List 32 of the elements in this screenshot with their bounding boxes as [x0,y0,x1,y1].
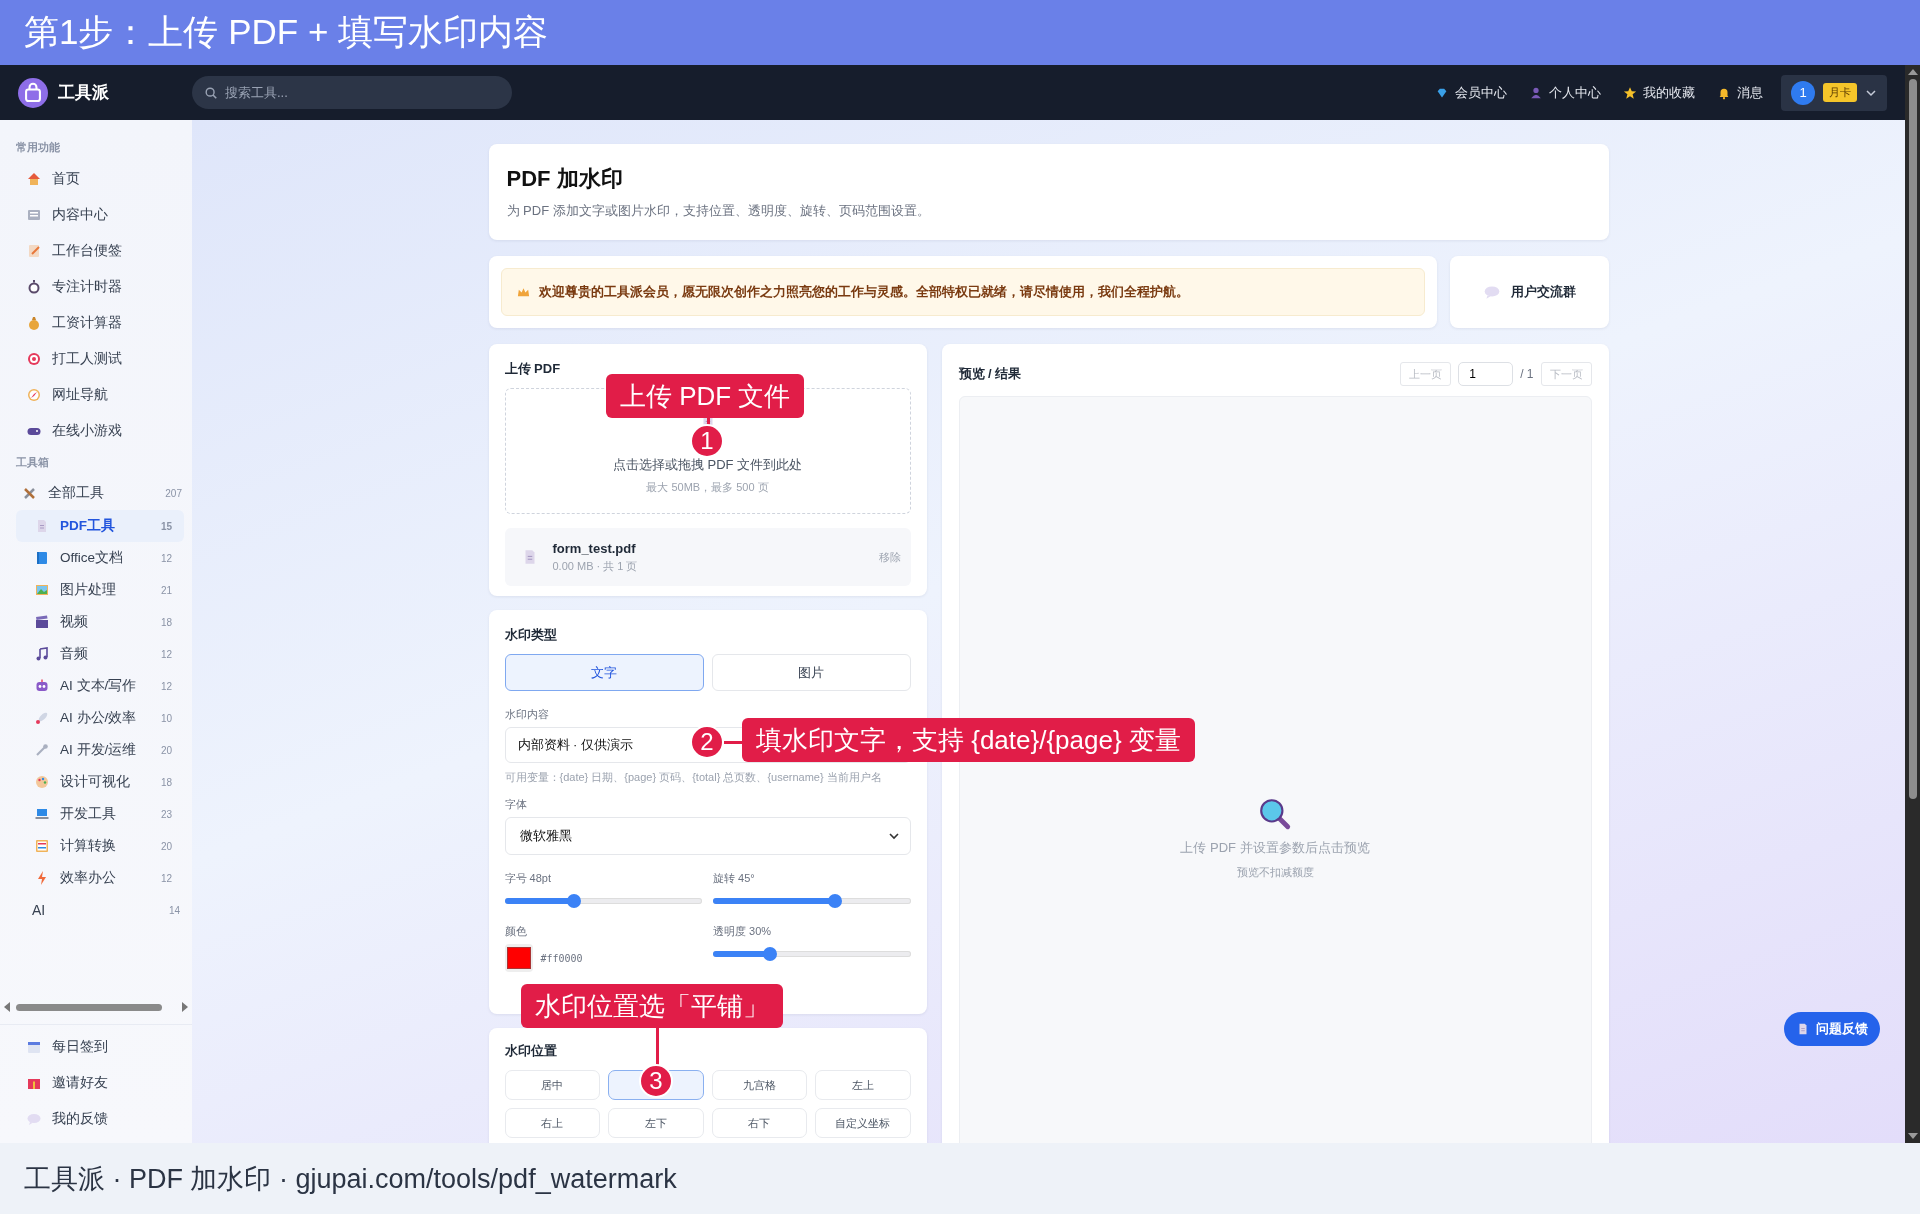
slider-label: 字号 48pt [504,871,552,886]
color-value: #ff0000 [540,952,583,964]
section-title: 工具箱 [15,455,50,470]
field-label: 字体 [504,797,528,812]
page-title: PDF 加水印 [506,165,624,193]
brand-name: 工具派 [58,82,109,104]
field-label: 水印内容 [504,707,550,722]
step-callout-tooltip: 填水印文字，支持 {date}/{page} 变量 [742,718,1195,762]
section-title: 常用功能 [15,140,61,155]
step-banner: 第1步：上传 PDF + 填写水印内容 [0,0,1920,65]
page-total: / 1 [1520,367,1534,381]
empty-hint: 预览不扣减额度 [1236,865,1314,880]
card-title: 预览 / 结果 [958,365,1022,383]
plan-badge: 月卡 [1823,83,1857,102]
slider-label: 透明度 30% [713,924,773,939]
field-label: 颜色 [504,924,528,939]
empty-message: 上传 PDF 并设置参数后点击预览 [1180,839,1370,857]
drop-text: 点击选择或拖拽 PDF 文件到此处 [612,456,803,474]
drop-hint: 最大 50MB，最多 500 页 [646,480,769,495]
caption-bar: 工具派 · PDF 加水印 · gjupai.com/tools/pdf_watermark [0,1143,1920,1214]
card-title: 上传 PDF [504,360,562,378]
card-title: 水印位置 [504,1042,558,1060]
variables-hint: 可用变量：{date} 日期、{page} 页码、{total} 总页数、{username} 当前用户名 [504,770,883,785]
file-name: form_test.pdf [552,540,637,556]
card-title: 水印类型 [504,626,558,644]
user-avatar: 1 [1791,80,1815,105]
step-callout-tooltip: 上传 PDF 文件 [606,374,805,418]
step-callout-tooltip: 水印位置选「平铺」 [521,984,783,1028]
page-subtitle: 为 PDF 添加文字或图片水印，支持位置、透明度、旋转、页码范围设置。 [506,202,931,220]
slider-label: 旋转 45° [713,871,756,886]
welcome-message: 欢迎尊贵的工具派会员，愿无限次创作之力照亮您的工作与灵感。全部特权已就绪，请尽情使用，我们全程护航。 [538,283,1189,301]
file-meta: 0.00 MB · 共 1 页 [552,558,639,574]
